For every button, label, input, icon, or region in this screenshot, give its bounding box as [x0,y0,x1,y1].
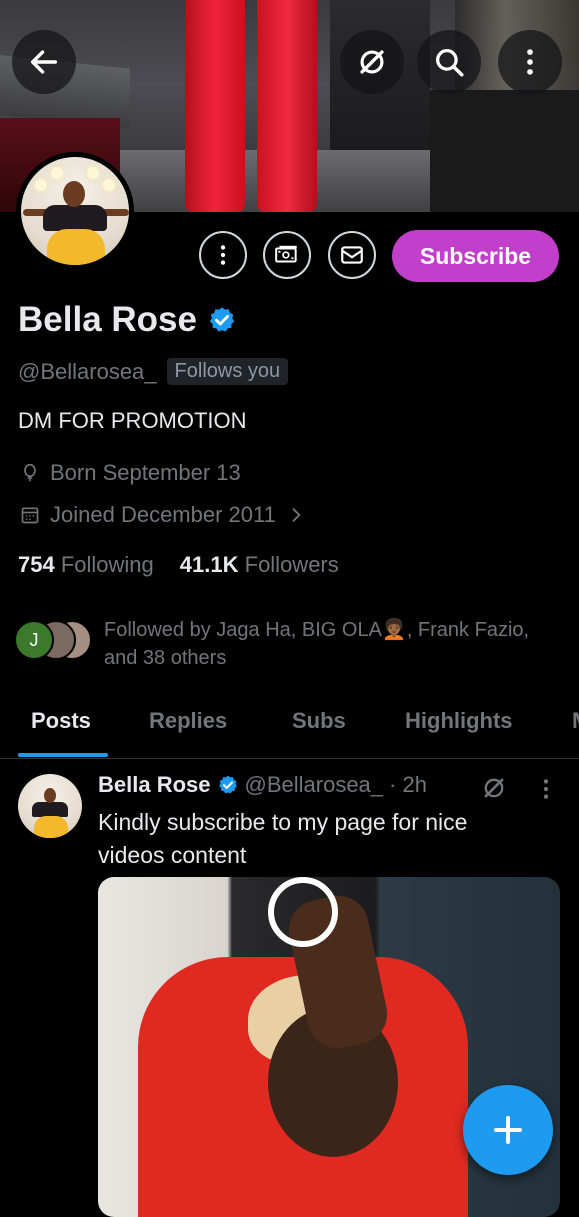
followed-by-avatars: J [14,616,94,660]
chevron-right-icon [292,508,301,522]
post-header: Bella Rose @Bellarosea_ · 2h [98,772,427,798]
avatar: J [14,620,54,660]
followers-link[interactable]: 41.1K Followers [180,552,339,578]
follows-you-badge: Follows you [166,358,289,385]
tab-subs[interactable]: Subs [292,708,346,734]
post-author-avatar[interactable] [18,774,82,838]
grok-button[interactable] [340,30,404,94]
profile-bio: DM FOR PROMOTION [18,408,247,433]
tab-replies[interactable]: Replies [149,708,227,734]
following-label: Following [60,552,154,577]
following-link[interactable]: 754 Following [18,552,154,578]
more-vertical-icon[interactable] [533,776,559,802]
envelope-icon [341,246,363,264]
profile-name-row: Bella Rose [18,300,237,340]
balloon-icon [24,463,36,482]
arrow-left-icon [30,50,58,74]
handle-row: @Bellarosea_ Follows you [18,358,289,385]
tab-posts[interactable]: Posts [31,708,91,734]
post-text: Kindly subscribe to my page for nice vid… [98,809,468,868]
following-count: 754 [18,552,55,577]
search-icon [436,49,464,77]
verified-badge-icon [218,775,237,794]
more-vertical-icon [527,49,533,75]
active-tab-indicator [18,753,108,757]
profile-name: Bella Rose [18,300,197,339]
money-icon [275,245,297,263]
message-button[interactable] [328,231,376,279]
profile-handle: @Bellarosea_ [18,358,157,384]
profile-avatar[interactable] [16,152,134,270]
more-vertical-icon [220,245,226,265]
joined-row[interactable]: Joined December 2011 [20,502,306,528]
followers-label: Followers [244,552,339,577]
profile-more-button[interactable] [199,231,247,279]
profile-tabs: Posts Replies Subs Highlights M [0,698,579,759]
birthday-row: Born September 13 [20,460,241,486]
tip-button[interactable] [263,231,311,279]
back-button[interactable] [12,30,76,94]
subscribe-button[interactable]: Subscribe [392,230,559,282]
compose-button[interactable] [463,1085,553,1175]
joined-text: Joined December 2011 [50,502,276,527]
followed-by-row[interactable]: J Followed by Jaga Ha, BIG OLA🧑🏾‍🦱, Fran… [14,616,554,672]
followed-by-text: Followed by Jaga Ha, BIG OLA🧑🏾‍🦱, Frank … [104,619,530,669]
verified-badge-icon[interactable] [207,305,237,335]
tab-highlights[interactable]: Highlights [405,708,513,734]
follow-counts: 754 Following 41.1K Followers [18,552,339,578]
tab-media[interactable]: M [572,708,579,734]
grok-icon[interactable] [480,774,508,802]
post-author-name[interactable]: Bella Rose [98,772,211,798]
grok-icon [360,50,384,74]
followers-count: 41.1K [179,552,239,577]
more-options-button[interactable] [498,30,562,94]
birthday-text: Born September 13 [50,460,241,485]
plus-icon [494,1116,522,1144]
post-timestamp: · 2h [389,772,427,797]
search-button[interactable] [417,30,481,94]
avatar-image [21,157,129,265]
post-author-handle: @Bellarosea_ [244,772,384,797]
calendar-icon [21,507,39,524]
